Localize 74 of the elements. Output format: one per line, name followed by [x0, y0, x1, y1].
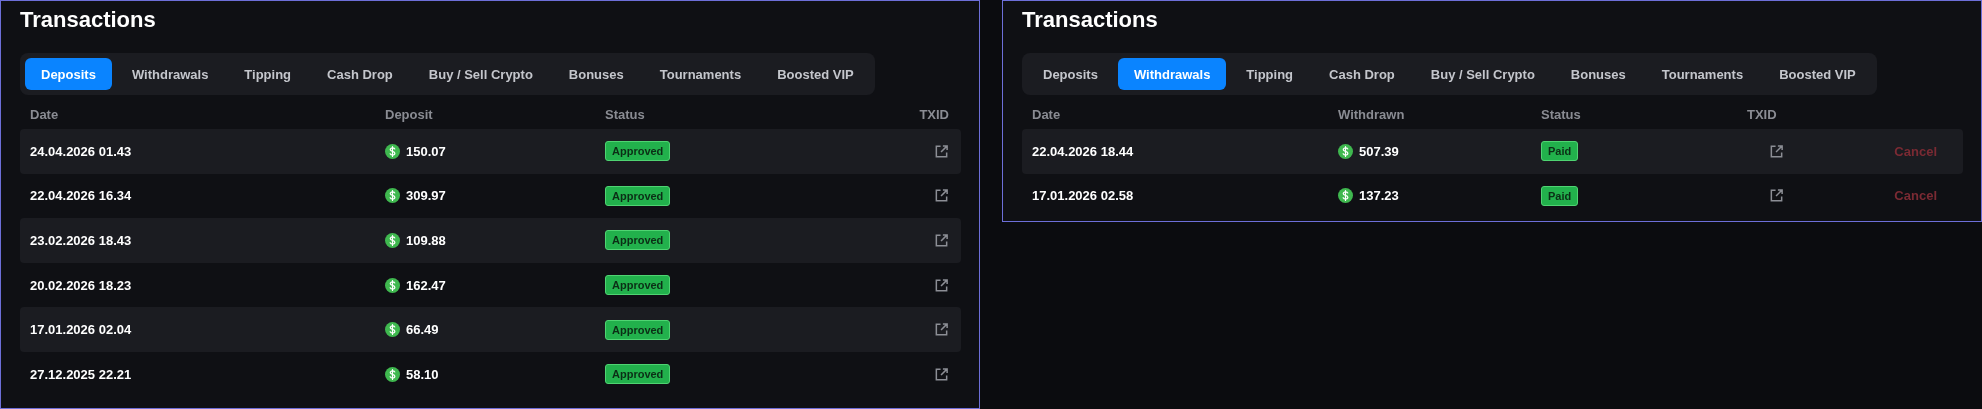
amount-cell: 109.88: [406, 233, 446, 248]
txid-link[interactable]: [934, 277, 949, 293]
tab[interactable]: Bonuses: [552, 58, 640, 90]
amount-cell: 309.97: [406, 188, 446, 204]
column-header: Date: [1032, 106, 1062, 122]
txid-link[interactable]: [934, 366, 949, 382]
tab[interactable]: Withdrawals: [1117, 58, 1227, 90]
dollar-coin-icon: [385, 366, 400, 382]
status-badge: Approved: [605, 364, 671, 385]
date-cell-text: 22.04.2026 16.34: [30, 188, 133, 204]
amount-cell: 162.47: [406, 277, 446, 293]
status-badge: Approved: [605, 141, 671, 162]
tab[interactable]: Tournaments: [643, 58, 758, 90]
txid-link[interactable]: [934, 143, 949, 159]
tab[interactable]: Tipping: [228, 58, 308, 90]
txid-link[interactable]: [1769, 188, 1784, 204]
column-header: Deposit: [385, 106, 434, 122]
column-header: Status: [1541, 106, 1582, 122]
status-badge: Approved: [605, 319, 671, 340]
tab[interactable]: Buy / Sell Crypto: [1414, 58, 1551, 90]
date-cell-text: 17.01.2026 02.04: [30, 322, 133, 338]
dollar-coin-icon: [385, 277, 400, 293]
tab[interactable]: Withdrawals: [115, 58, 225, 90]
dollar-coin-icon: [1338, 188, 1353, 204]
tab[interactable]: Boosted VIP: [1763, 58, 1872, 90]
dollar-coin-icon: [385, 322, 400, 338]
txid-link[interactable]: [934, 322, 949, 338]
amount-cell: 66.49: [406, 322, 439, 338]
column-header: Date: [30, 106, 60, 122]
txid-link[interactable]: [1769, 143, 1784, 159]
amount-cell: 58.10: [406, 366, 439, 382]
txid-link[interactable]: [934, 188, 949, 204]
tab[interactable]: Tournaments: [1645, 58, 1760, 90]
tab[interactable]: Tipping: [1230, 58, 1310, 90]
status-badge: Approved: [605, 275, 671, 296]
status-badge: Approved: [605, 185, 671, 206]
panel-title: Transactions: [20, 6, 157, 34]
tab[interactable]: Cash Drop: [1313, 58, 1411, 90]
status-badge: Paid: [1541, 185, 1579, 206]
date-cell-text: 27.12.2025 22.21: [30, 366, 133, 382]
external-link-icon: [934, 188, 949, 204]
external-link-icon: [934, 143, 949, 159]
tab[interactable]: Buy / Sell Crypto: [412, 58, 549, 90]
dollar-coin-icon: [1338, 143, 1353, 159]
dollar-coin-icon: [385, 188, 400, 204]
external-link-icon: [934, 366, 949, 382]
tab[interactable]: Bonuses: [1554, 58, 1642, 90]
status-badge: Approved: [605, 230, 671, 251]
dollar-coin-icon: [385, 233, 400, 248]
amount-cell: 507.39: [1359, 143, 1399, 159]
tab[interactable]: Boosted VIP: [761, 58, 870, 90]
external-link-icon: [1769, 188, 1784, 204]
date-cell-text: 23.02.2026 18.43: [30, 233, 133, 248]
column-header: Status: [605, 106, 646, 122]
tab[interactable]: Cash Drop: [311, 58, 409, 90]
external-link-icon: [1769, 143, 1784, 159]
date-cell-text: 20.02.2026 18.23: [30, 277, 133, 293]
panel-title: Transactions: [1022, 6, 1159, 34]
dollar-coin-icon: [385, 143, 400, 159]
amount-cell: 137.23: [1359, 188, 1399, 204]
tab[interactable]: Deposits: [1027, 58, 1114, 90]
amount-cell: 150.07: [406, 143, 446, 159]
column-header: TXID: [919, 106, 949, 122]
external-link-icon: [934, 233, 949, 248]
date-cell-text: 24.04.2026 01.43: [30, 143, 133, 159]
column-header: Withdrawn: [1338, 106, 1406, 122]
date-cell-text: 17.01.2026 02.58: [1032, 188, 1135, 204]
column-header: TXID: [1747, 106, 1778, 122]
tab[interactable]: Deposits: [25, 58, 112, 90]
date-cell-text: 22.04.2026 18.44: [1032, 143, 1135, 159]
external-link-icon: [934, 322, 949, 338]
external-link-icon: [934, 277, 949, 293]
txid-link[interactable]: [934, 233, 949, 248]
status-badge: Paid: [1541, 141, 1579, 162]
